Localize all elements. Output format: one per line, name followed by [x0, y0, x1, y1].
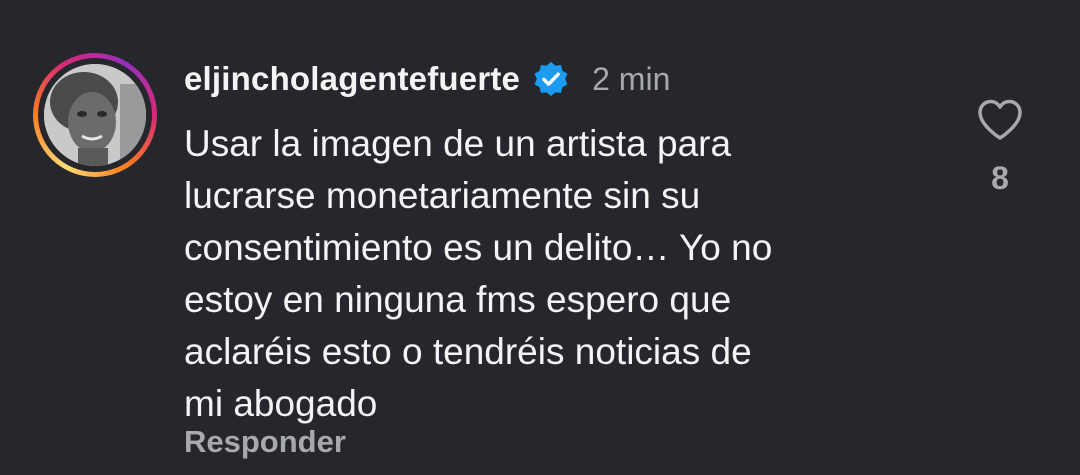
comment-line: mi abogado [184, 383, 378, 424]
comment-line: estoy en ninguna fms espero que [184, 279, 732, 320]
comment-timestamp: 2 min [592, 60, 671, 97]
comment-line: Usar la imagen de un artista para [184, 123, 732, 164]
avatar-image [44, 64, 146, 166]
comment-line: consentimiento es un delito… Yo no [184, 227, 773, 268]
story-ring[interactable] [33, 53, 157, 177]
reply-button[interactable]: Responder [184, 424, 346, 460]
like-count: 8 [991, 160, 1009, 196]
comment-line: aclaréis esto o tendréis noticias de [184, 331, 752, 372]
comment-line: lucrarse monetariamente sin su [184, 175, 701, 216]
avatar[interactable] [44, 64, 146, 166]
username-link[interactable]: eljincholagentefuerte [184, 60, 520, 98]
comment-header: eljincholagentefuerte 2 min [184, 56, 670, 102]
heart-outline-icon[interactable] [976, 98, 1024, 142]
verified-badge-icon [532, 60, 570, 98]
avatar-gap [38, 58, 152, 172]
comment-item: eljincholagentefuerte 2 min Usar la imag… [0, 0, 1080, 475]
comment-text: Usar la imagen de un artista para lucrar… [184, 118, 904, 430]
